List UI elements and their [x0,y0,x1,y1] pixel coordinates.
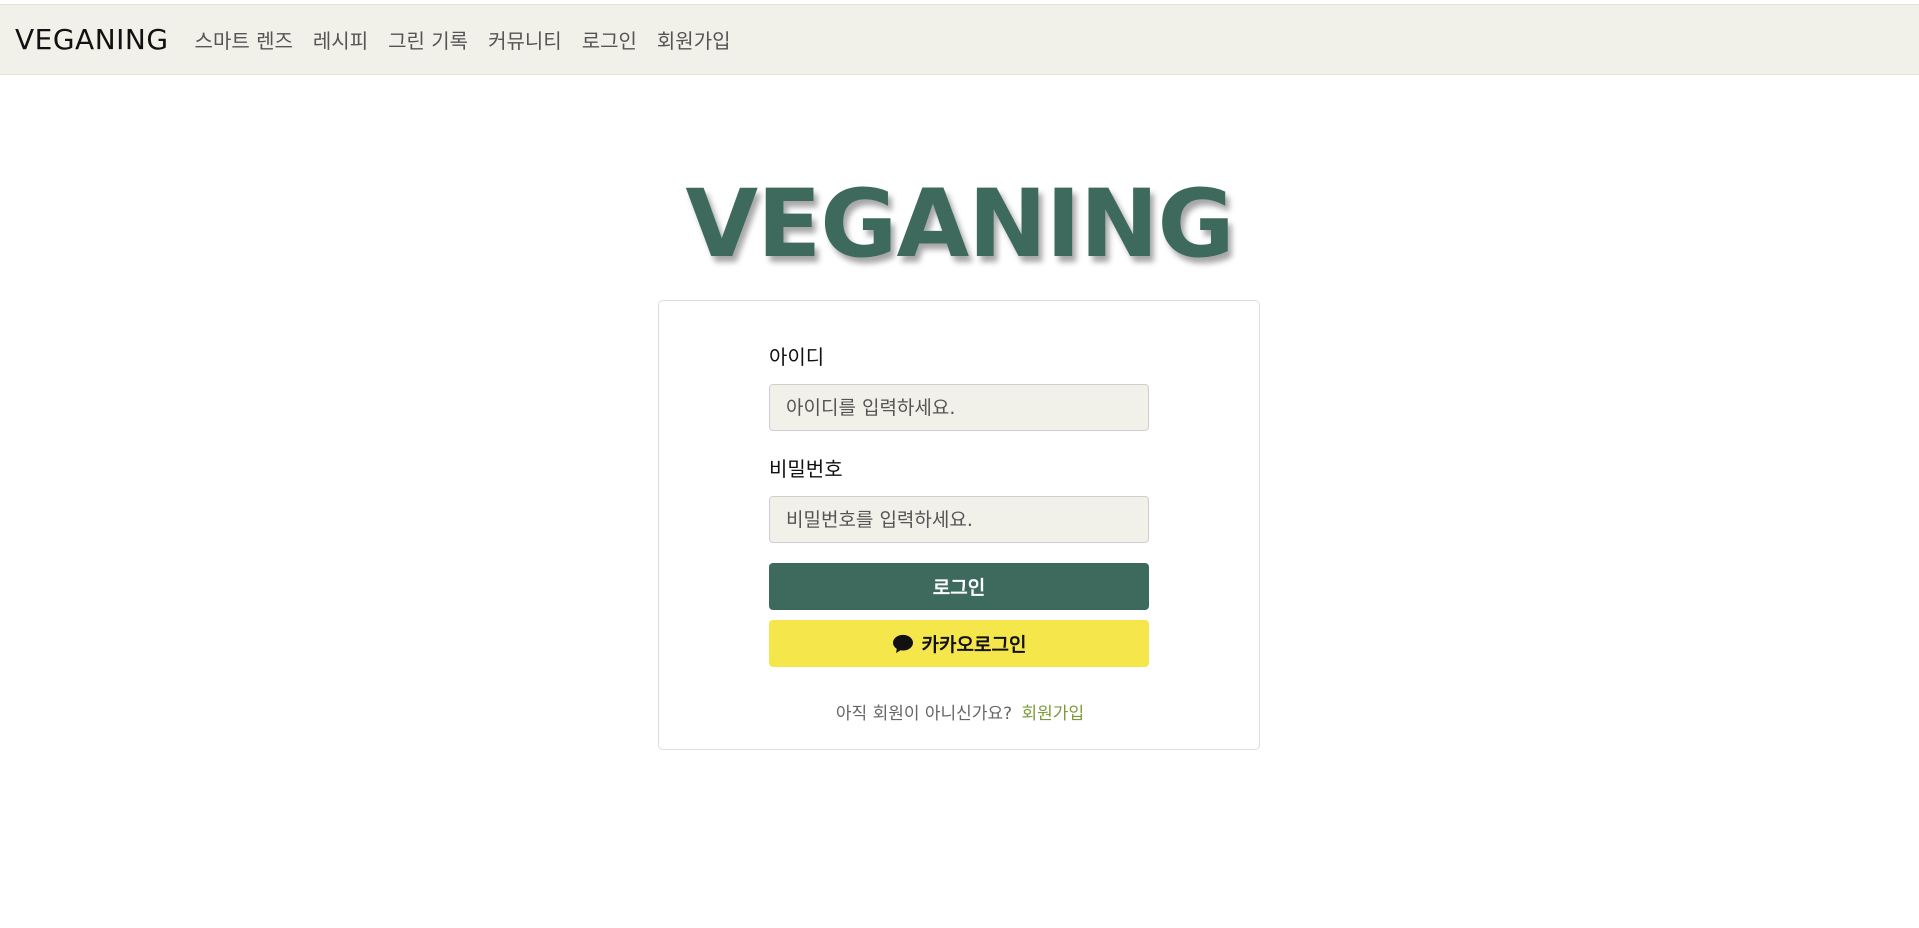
kakao-login-button[interactable]: 카카오로그인 [769,620,1149,667]
nav-link-signup[interactable]: 회원가입 [647,25,741,54]
login-card: 아이디 비밀번호 로그인 카카오로그인 아직 회원이 아니신가요? 회원가입 [658,300,1260,750]
nav-link-smart-lens[interactable]: 스마트 렌즈 [185,25,303,54]
id-label: 아이디 [769,345,825,369]
login-button-label: 로그인 [932,577,986,599]
login-button[interactable]: 로그인 [769,563,1149,610]
nav-link-green-record[interactable]: 그린 기록 [378,25,478,54]
logo-heading: VEGANING [685,170,1234,279]
signup-row: 아직 회원이 아니신가요? 회원가입 [659,699,1261,724]
nav-links: 스마트 렌즈 레시피 그린 기록 커뮤니티 로그인 회원가입 [185,25,741,54]
nav-link-community[interactable]: 커뮤니티 [478,25,572,54]
chat-bubble-icon [892,634,913,653]
login-form: 아이디 비밀번호 로그인 카카오로그인 [769,341,1149,667]
brand-link[interactable]: VEGANING [15,23,169,56]
signup-prompt: 아직 회원이 아니신가요? [835,704,1013,724]
navbar: VEGANING 스마트 렌즈 레시피 그린 기록 커뮤니티 로그인 회원가입 [0,4,1919,75]
signup-link[interactable]: 회원가입 [1022,704,1085,724]
nav-link-login[interactable]: 로그인 [572,25,647,54]
kakao-button-label: 카카오로그인 [921,634,1027,656]
password-label: 비밀번호 [769,457,843,481]
password-input[interactable] [769,496,1149,543]
nav-link-recipe[interactable]: 레시피 [303,25,378,54]
id-input[interactable] [769,384,1149,431]
